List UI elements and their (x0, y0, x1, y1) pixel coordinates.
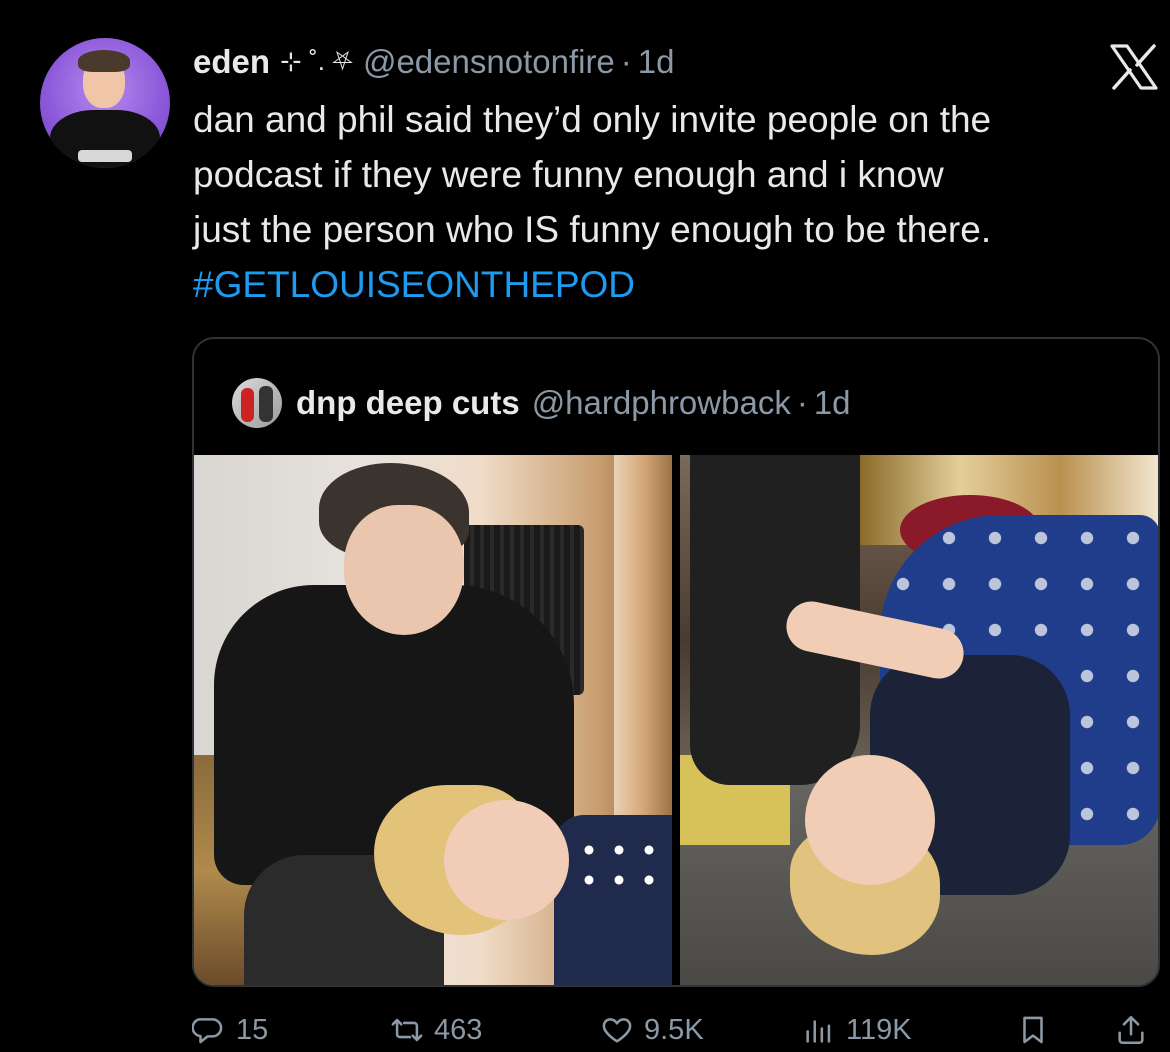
x-logo-icon (1110, 44, 1158, 90)
tweet-text: dan and phil said they’d only invite peo… (193, 92, 1153, 312)
quoted-photo-right[interactable] (680, 455, 1158, 985)
author-name-decoration: ⊹ ˚. ⛧ (280, 46, 353, 76)
quoted-author-name[interactable]: dnp deep cuts (296, 384, 520, 422)
views-icon (806, 1020, 831, 1043)
like-button[interactable]: 9.5K (600, 1013, 704, 1047)
like-count: 9.5K (644, 1013, 704, 1046)
quoted-tweet-timestamp[interactable]: 1d (814, 384, 851, 422)
author-avatar[interactable] (40, 38, 170, 168)
quoted-tweet[interactable]: dnp deep cuts @hardphrowback · 1d (192, 337, 1160, 987)
tweet-text-line: podcast if they were funny enough and i … (193, 154, 944, 195)
quoted-photo-left[interactable] (194, 455, 672, 985)
views-button[interactable]: 119K (802, 1013, 912, 1047)
tweet-header: eden ⊹ ˚. ⛧ @edensnotonfire · 1d (193, 40, 675, 84)
action-bar: 15 463 9.5K 119K (192, 1008, 1152, 1052)
hashtag-link[interactable]: #GETLOUISEONTHEPOD (193, 257, 1153, 312)
quoted-author-handle[interactable]: @hardphrowback (532, 384, 791, 422)
separator: · (620, 43, 632, 80)
tweet-timestamp[interactable]: 1d (638, 43, 675, 81)
view-count: 119K (846, 1013, 912, 1046)
retweet-button[interactable]: 463 (390, 1013, 482, 1047)
retweet-icon (391, 1018, 423, 1042)
author-handle[interactable]: @edensnotonfire (363, 43, 615, 81)
share-icon (1118, 1015, 1144, 1045)
quoted-author-avatar[interactable] (232, 378, 282, 428)
author-name[interactable]: eden (193, 43, 270, 81)
heart-icon (602, 1018, 632, 1043)
quoted-tweet-header: dnp deep cuts @hardphrowback · 1d (232, 377, 851, 429)
separator: · (796, 384, 808, 421)
reply-count: 15 (236, 1013, 269, 1046)
reply-button[interactable]: 15 (192, 1013, 268, 1047)
retweet-count: 463 (434, 1013, 483, 1046)
tweet-text-line: just the person who IS funny enough to b… (193, 209, 992, 250)
tweet-text-line: dan and phil said they’d only invite peo… (193, 99, 992, 140)
share-button[interactable] (1114, 1013, 1158, 1047)
reply-icon (192, 1018, 223, 1044)
bookmark-button[interactable] (1016, 1013, 1060, 1047)
bookmark-icon (1023, 1016, 1043, 1044)
